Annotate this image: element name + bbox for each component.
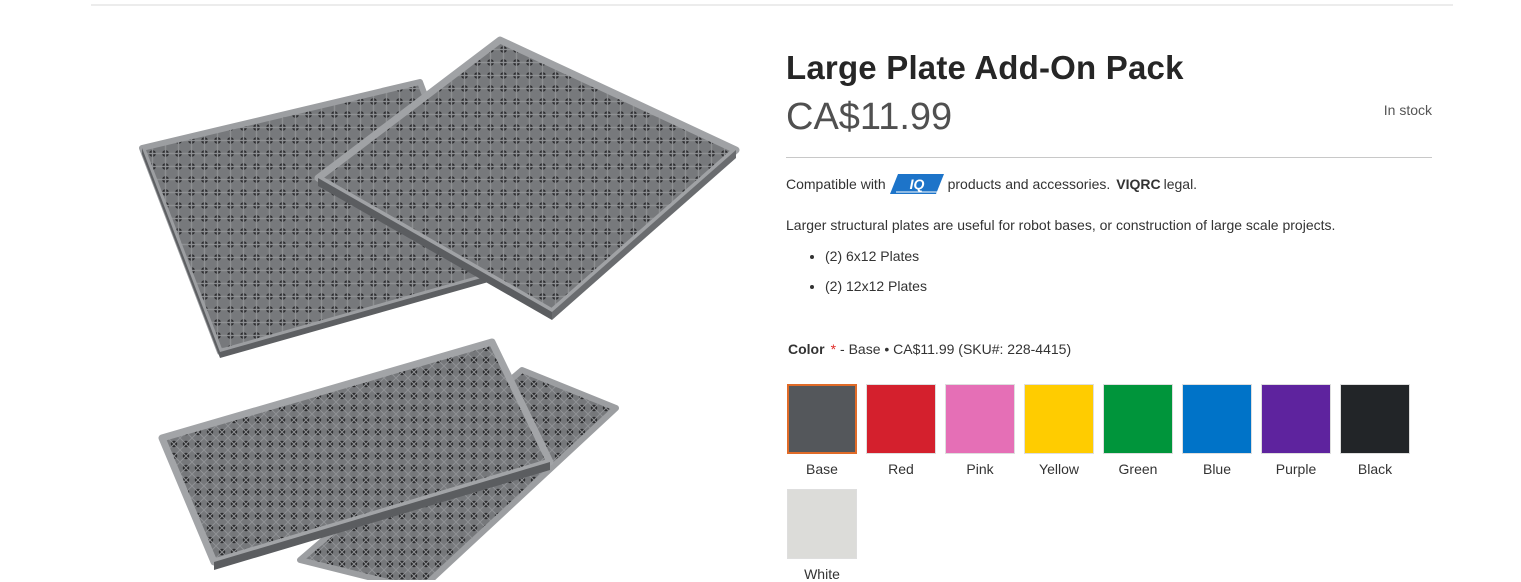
stock-status: In stock (1383, 102, 1432, 118)
swatch-label: Green (1118, 461, 1158, 477)
swatch-blue[interactable]: Blue (1181, 384, 1253, 477)
color-label: Color (788, 341, 825, 357)
product-description: Larger structural plates are useful for … (786, 217, 1336, 233)
swatch-yellow[interactable]: Yellow (1023, 384, 1095, 477)
legal-label: legal. (1163, 176, 1198, 192)
swatch-white[interactable]: White (786, 489, 858, 582)
list-item: (2) 6x12 Plates (825, 246, 927, 276)
swatch-label: Pink (966, 461, 994, 477)
swatch-chip (1182, 384, 1252, 454)
swatch-chip (945, 384, 1015, 454)
swatch-purple[interactable]: Purple (1260, 384, 1332, 477)
swatch-label: Base (806, 461, 838, 477)
swatch-label: Yellow (1039, 461, 1079, 477)
iq-logo-badge: IQ (889, 173, 944, 195)
product-title: Large Plate Add-On Pack (786, 49, 1184, 86)
product-image[interactable] (120, 30, 760, 580)
swatch-label: Red (888, 461, 914, 477)
swatch-chip (1103, 384, 1173, 454)
swatch-label: Purple (1275, 461, 1317, 477)
iq-badge-text: IQ (909, 176, 924, 192)
top-divider (91, 4, 1453, 6)
product-price: CA$11.99 (786, 96, 953, 138)
contents-list: (2) 6x12 Plates (2) 12x12 Plates (786, 246, 927, 306)
color-option-label: Color * - Base • CA$11.99 (SKU#: 228-4415) (788, 341, 1071, 357)
compat-suffix: products and accessories. (947, 176, 1111, 192)
compatibility-line: Compatible with IQ products and accessor… (786, 173, 1197, 195)
swatch-label: Black (1357, 461, 1393, 477)
swatch-label: Blue (1202, 461, 1232, 477)
compat-prefix: Compatible with (786, 176, 886, 192)
info-divider (786, 157, 1432, 158)
viqrc-label: VIQRC (1116, 176, 1161, 192)
swatch-pink[interactable]: Pink (944, 384, 1016, 477)
required-asterisk: * (830, 341, 837, 357)
swatch-chip (787, 489, 857, 559)
swatch-green[interactable]: Green (1102, 384, 1174, 477)
swatch-chip (1340, 384, 1410, 454)
swatch-chip (1261, 384, 1331, 454)
swatch-chip (866, 384, 936, 454)
swatch-red[interactable]: Red (865, 384, 937, 477)
list-item: (2) 12x12 Plates (825, 276, 927, 306)
swatch-black[interactable]: Black (1339, 384, 1411, 477)
swatch-chip (787, 384, 857, 454)
plates-illustration (139, 36, 740, 580)
selected-color-info: - Base • CA$11.99 (SKU#: 228-4415) (840, 341, 1072, 357)
swatch-chip (1024, 384, 1094, 454)
swatch-base[interactable]: Base (786, 384, 858, 477)
